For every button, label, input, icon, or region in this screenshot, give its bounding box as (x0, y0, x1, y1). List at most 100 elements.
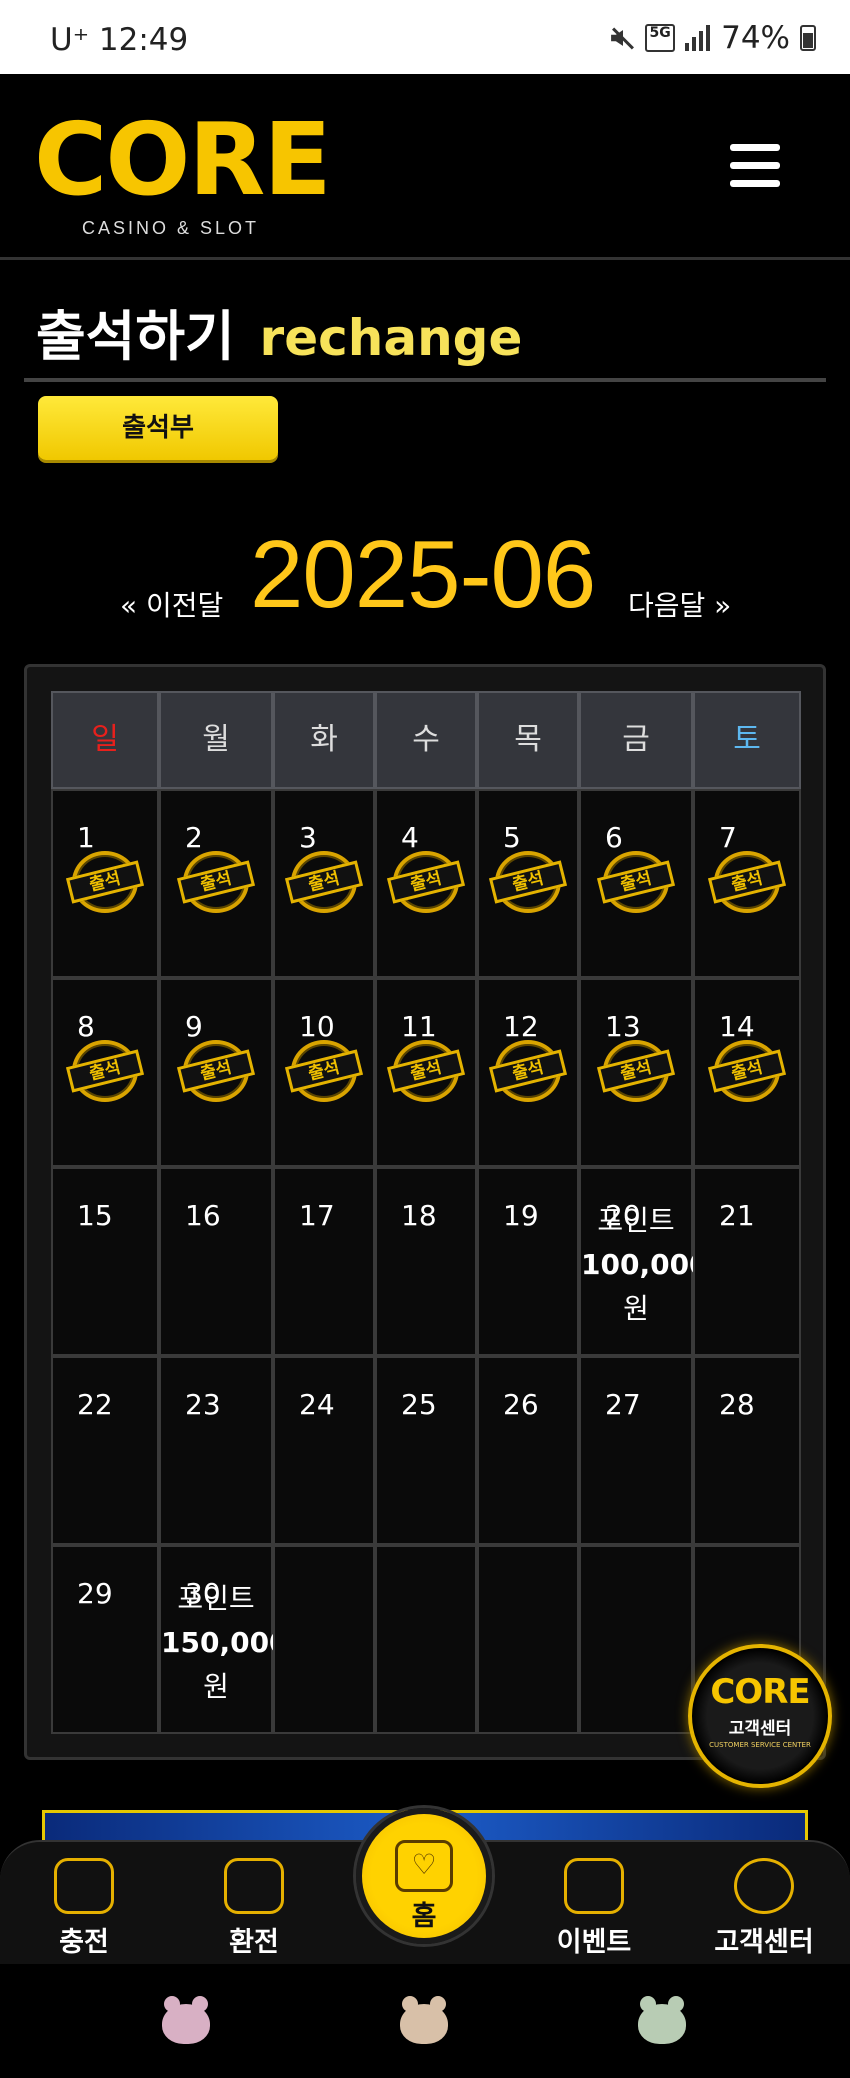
attendance-stamp-icon: 출석 (65, 1040, 145, 1102)
calendar-day-cell: 3 출석 (273, 789, 375, 978)
day-number: 13 (605, 1010, 641, 1043)
calendar-day-cell: 15 (51, 1167, 159, 1356)
attendance-stamp-icon: 출석 (707, 851, 787, 913)
day-number: 28 (719, 1388, 755, 1421)
attendance-book-button[interactable]: 출석부 (38, 396, 278, 460)
calendar-day-cell: 23 (159, 1356, 273, 1545)
weekday-header: 목 (477, 691, 579, 789)
back-frog-icon[interactable] (638, 1996, 686, 2044)
calendar-day-cell: 22 (51, 1356, 159, 1545)
prev-month-link[interactable]: « 이전달 (120, 584, 223, 624)
attendance-stamp-icon: 출석 (386, 851, 466, 913)
calendar-day-cell: 29 (51, 1545, 159, 1734)
home-frog-icon[interactable] (400, 1996, 448, 2044)
nav-event[interactable]: 이벤트 (524, 1858, 664, 1959)
nav-exchange[interactable]: 환전 (184, 1858, 324, 1959)
weekday-header: 수 (375, 691, 477, 789)
cs-badge-label: 고객센터 (728, 1719, 792, 1739)
day-number: 8 (77, 1010, 95, 1043)
nav-deposit[interactable]: 충전 (14, 1858, 154, 1959)
calendar-day-cell: 17 (273, 1167, 375, 1356)
nav-customer-center-label: 고객센터 (714, 1927, 814, 1958)
calendar-day-cell: 28 (693, 1356, 801, 1545)
attendance-stamp-icon: 출석 (488, 851, 568, 913)
calendar-day-cell: 25 (375, 1356, 477, 1545)
reward-unit: 원 (203, 1670, 229, 1703)
nav-home-label: 홈 (411, 1901, 437, 1932)
attendance-stamp-icon: 출석 (596, 851, 676, 913)
calendar-day-cell: 12 출석 (477, 978, 579, 1167)
reward-point: 포인트 150,000 원 (161, 1577, 289, 1709)
reward-label: 포인트 (177, 1582, 255, 1615)
network-badge: 5G (645, 24, 676, 52)
nav-exchange-label: 환전 (229, 1927, 279, 1958)
weekday-header: 금 (579, 691, 693, 789)
calendar-day-cell (579, 1545, 693, 1734)
next-month-link[interactable]: 다음달 » (628, 584, 731, 624)
day-number: 5 (503, 821, 521, 854)
attendance-calendar: 일 월 화 수 목 금 토 1 출석 2 출석 3 출석 4 출석 5 출석 6 출석 7 출석 8 출석 9 출석 10 출석 11… (24, 664, 826, 1760)
calendar-day-cell: 4 출석 (375, 789, 477, 978)
day-number: 29 (77, 1577, 113, 1610)
customer-service-badge[interactable]: CORE 고객센터 CUSTOMER SERVICE CENTER (688, 1644, 832, 1788)
core-logo[interactable]: CORE CASINO & SLOT (34, 101, 332, 239)
day-number: 25 (401, 1388, 437, 1421)
reward-amount: 150,000 (161, 1626, 289, 1659)
attendance-stamp-icon: 출석 (65, 851, 145, 913)
attendance-stamp-icon: 출석 (707, 1040, 787, 1102)
signal-icon (685, 25, 711, 51)
calendar-day-cell: 7 출석 (693, 789, 801, 978)
battery-icon (800, 25, 816, 51)
calendar-day-cell: 11 출석 (375, 978, 477, 1167)
day-number: 4 (401, 821, 419, 854)
weekday-header: 일 (51, 691, 159, 789)
weekday-header: 토 (693, 691, 801, 789)
day-number: 21 (719, 1199, 755, 1232)
calendar-day-cell (375, 1545, 477, 1734)
reward-point: 포인트 100,000 원 (581, 1199, 709, 1331)
calendar-day-cell: 19 (477, 1167, 579, 1356)
calendar-day-cell: 27 (579, 1356, 693, 1545)
day-number: 27 (605, 1388, 641, 1421)
calendar-day-cell: 9 출석 (159, 978, 273, 1167)
nav-customer-center[interactable]: 고객센터 (694, 1858, 834, 1959)
battery-percent: 74% (721, 20, 790, 56)
attendance-stamp-icon: 출석 (284, 851, 364, 913)
mute-icon (607, 24, 635, 52)
attendance-stamp-icon: 출석 (596, 1040, 676, 1102)
day-number: 16 (185, 1199, 221, 1232)
hamburger-menu-icon[interactable] (730, 144, 780, 188)
day-number: 2 (185, 821, 203, 854)
calendar-day-cell: 16 (159, 1167, 273, 1356)
day-number: 15 (77, 1199, 113, 1232)
calendar-day-cell: 24 (273, 1356, 375, 1545)
day-number: 22 (77, 1388, 113, 1421)
current-month: 2025-06 (250, 521, 596, 628)
site-header: CORE CASINO & SLOT (0, 74, 850, 260)
logo-subtitle: CASINO & SLOT (82, 218, 260, 238)
nav-home[interactable]: 홈 (356, 1808, 492, 1958)
home-button-circle: 홈 (356, 1808, 492, 1944)
reward-amount: 100,000 (581, 1248, 709, 1281)
calendar-day-cell: 10 출석 (273, 978, 375, 1167)
exchange-icon (224, 1858, 284, 1914)
calendar-day-cell: 21 (693, 1167, 801, 1356)
attendance-stamp-icon: 출석 (176, 851, 256, 913)
day-number: 17 (299, 1199, 335, 1232)
recents-frog-icon[interactable] (162, 1996, 210, 2044)
month-navigation: « 이전달 2025-06 다음달 » (0, 520, 850, 630)
logo-word: CORE (34, 101, 332, 218)
weekday-header: 월 (159, 691, 273, 789)
attendance-stamp-icon: 출석 (284, 1040, 364, 1102)
headset-icon (734, 1858, 794, 1914)
reward-label: 포인트 (597, 1204, 675, 1237)
system-navigation-bar (0, 1964, 850, 2078)
cs-badge-logo: CORE (710, 1672, 810, 1712)
attendance-stamp-icon: 출석 (488, 1040, 568, 1102)
day-number: 3 (299, 821, 317, 854)
home-heart-icon (395, 1840, 453, 1892)
deposit-icon (54, 1858, 114, 1914)
day-number: 24 (299, 1388, 335, 1421)
weekday-header: 화 (273, 691, 375, 789)
calendar-day-cell (273, 1545, 375, 1734)
